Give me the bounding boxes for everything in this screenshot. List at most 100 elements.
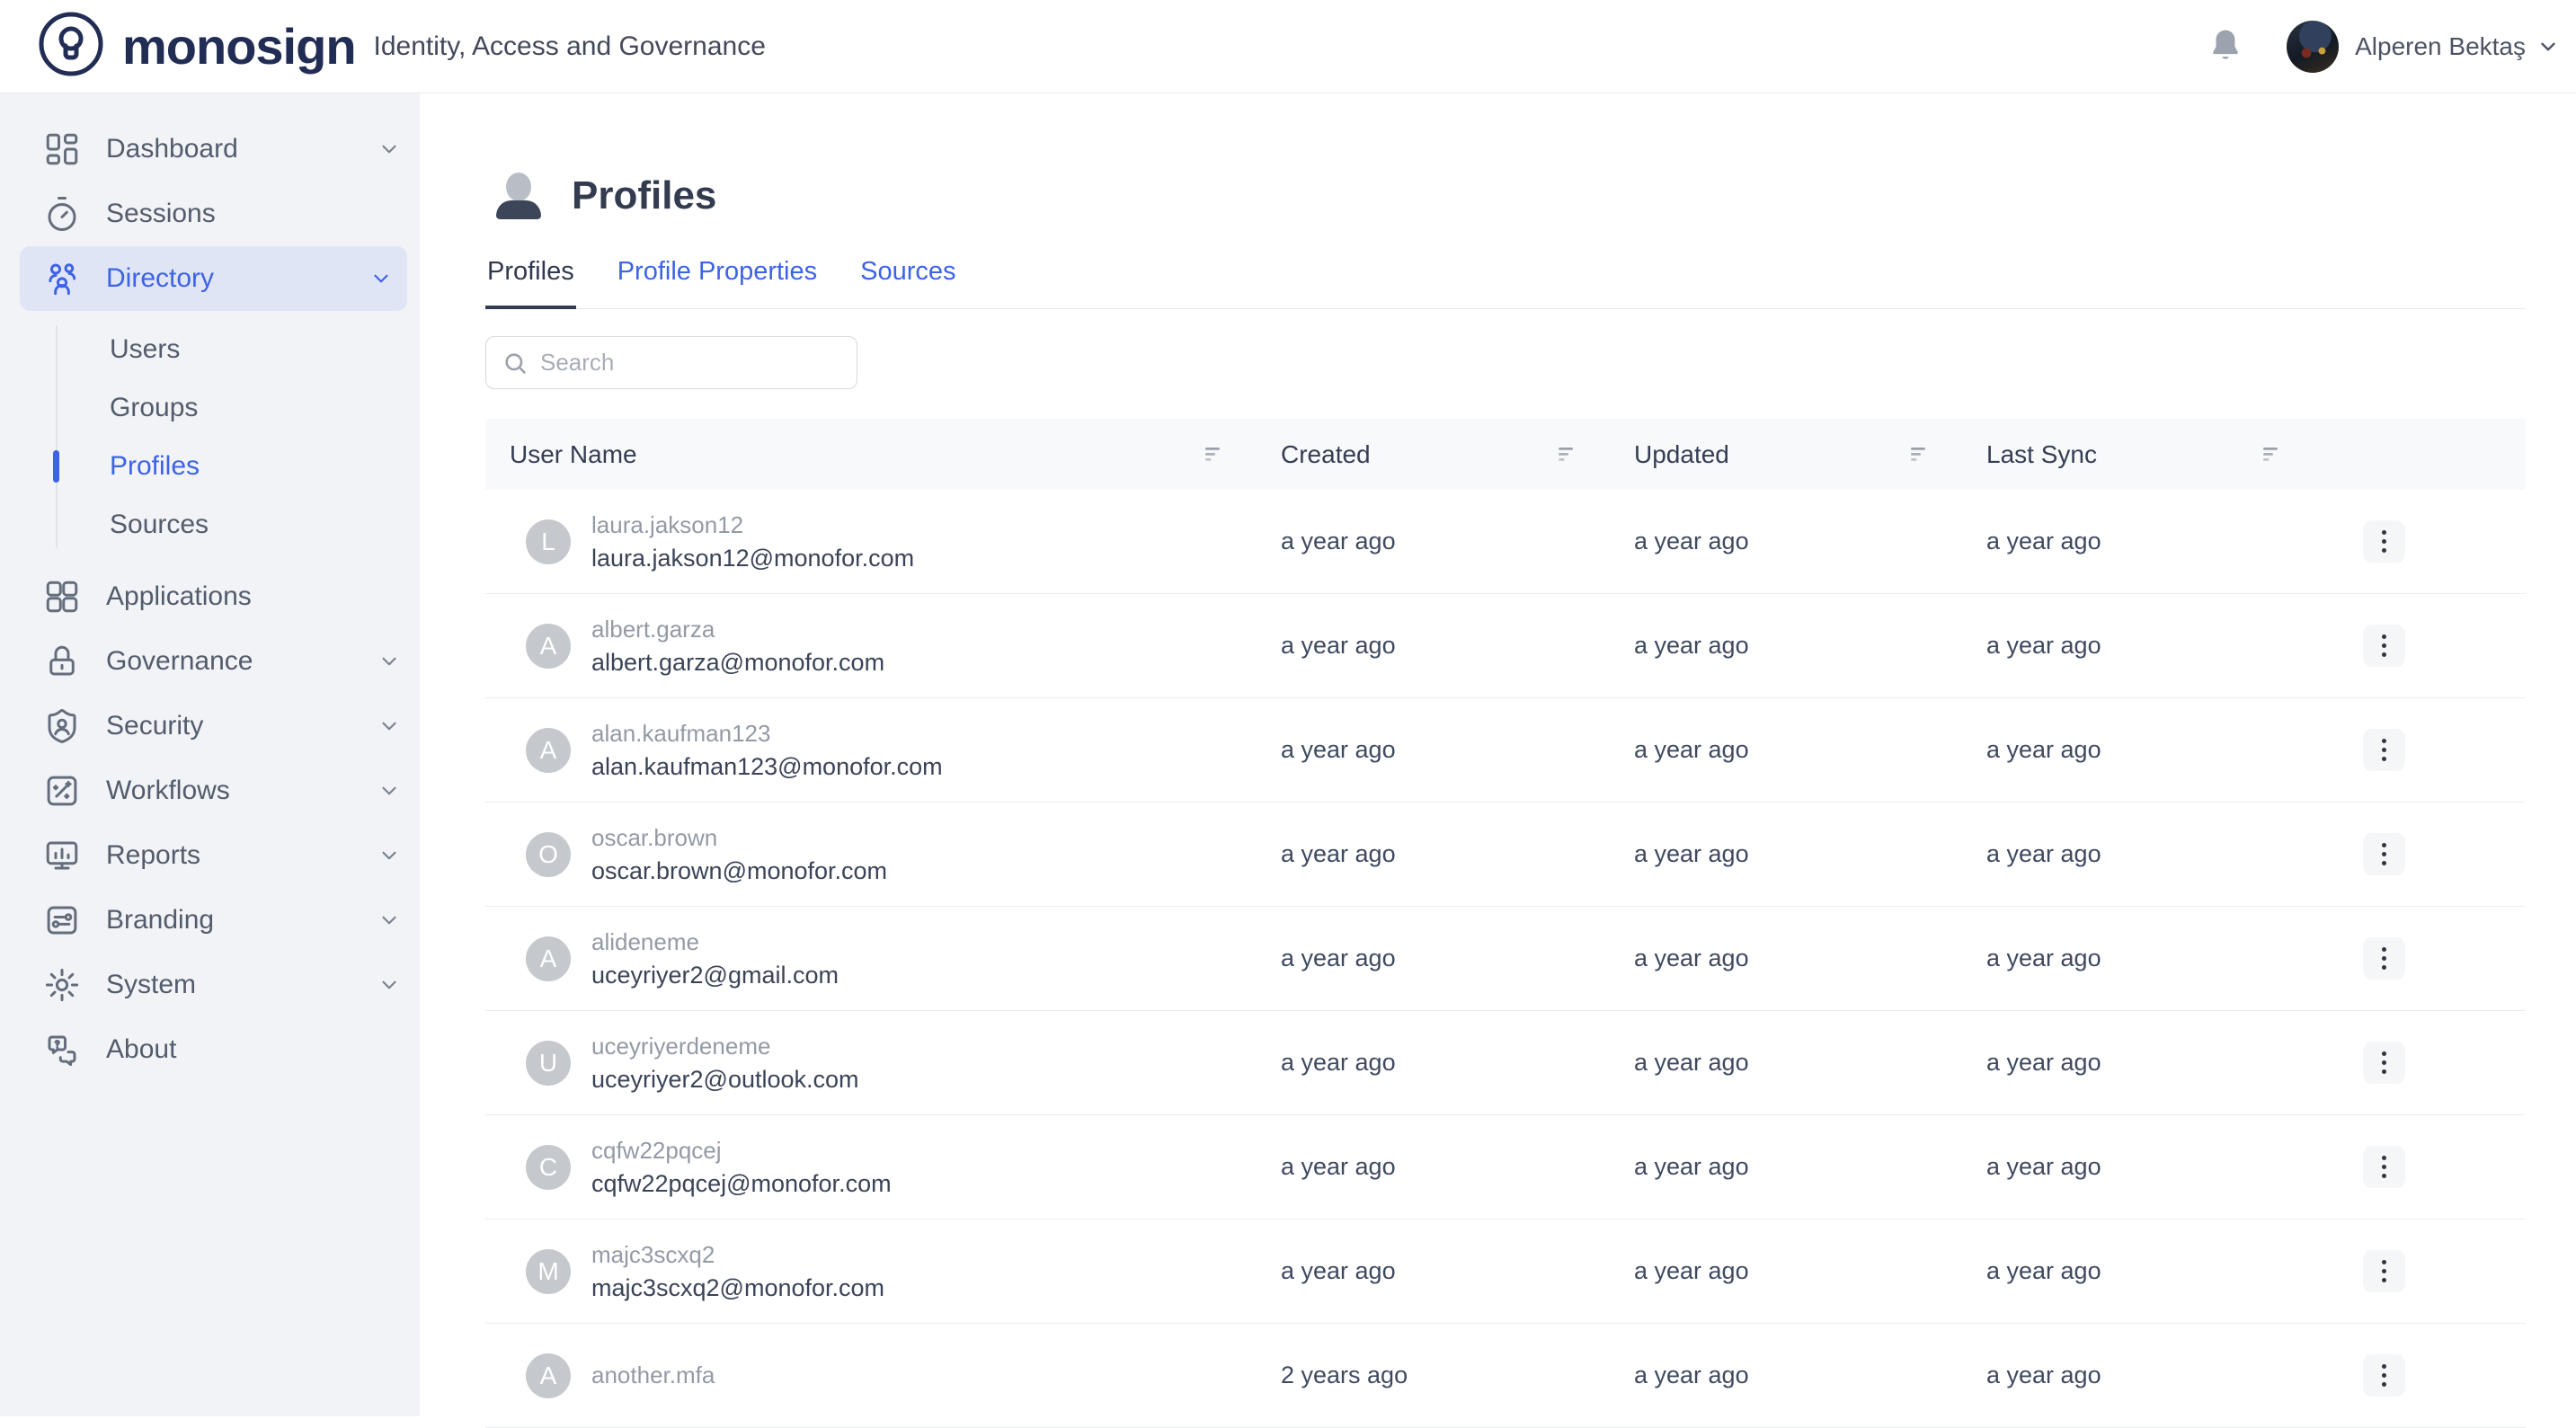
sidebar-item-profiles[interactable]: Profiles [0,437,420,495]
row-actions-kebab-button[interactable] [2363,520,2405,563]
row-username: oscar.brown [591,821,887,855]
chevron-down-icon [378,973,401,997]
sidebar-item-about[interactable]: About [0,1017,420,1082]
row-email: cqfw22pqcej@monofor.com [591,1167,892,1201]
chevron-down-icon [378,779,401,803]
search-input[interactable] [540,349,837,377]
sidebar-item-applications[interactable]: Applications [0,564,420,629]
row-actions-kebab-button[interactable] [2363,1354,2405,1397]
row-actions-kebab-button[interactable] [2363,937,2405,980]
row-actions-kebab-button[interactable] [2363,729,2405,771]
app-grid-icon [43,578,81,616]
row-actions-kebab-button[interactable] [2363,625,2405,667]
sidebar-item-label: System [106,970,196,1000]
row-actions-kebab-button[interactable] [2363,1250,2405,1292]
user-menu-chevron-down-icon[interactable] [2536,35,2560,58]
column-header-updated: Updated [1634,440,1986,469]
row-last-sync: a year ago [1986,1153,2339,1181]
row-username: alideneme [591,926,839,959]
avatar: M [526,1249,571,1294]
table-row[interactable]: M majc3scxq2 majc3scxq2@monofor.com a ye… [485,1220,2526,1324]
sidebar-item-reports[interactable]: Reports [0,823,420,888]
sidebar-item-workflows[interactable]: Workflows [0,758,420,823]
row-created: a year ago [1281,1257,1634,1285]
sidebar-item-label: Branding [106,905,214,936]
tab-sources[interactable]: Sources [858,257,957,309]
sidebar-item-label: Users [110,334,180,365]
row-last-sync: a year ago [1986,632,2339,660]
sidebar-item-branding[interactable]: Branding [0,888,420,953]
row-actions-kebab-button[interactable] [2363,833,2405,875]
row-username: majc3scxq2 [591,1238,884,1272]
table-row[interactable]: A alan.kaufman123 alan.kaufman123@monofo… [485,698,2526,803]
search-box [485,336,857,389]
sidebar-item-dashboard[interactable]: Dashboard [0,117,420,182]
dashboard-icon [43,130,81,168]
chevron-down-icon [369,267,393,290]
user-avatar[interactable] [2287,21,2339,73]
sidebar-item-groups[interactable]: Groups [0,378,420,437]
chevron-down-icon [378,714,401,738]
gear-icon [43,966,81,1004]
monitor-chart-icon [43,837,81,874]
table-header: User Name Created Updated Last Sync [485,419,2526,490]
chevron-down-icon [378,844,401,867]
row-updated: a year ago [1634,1257,1986,1285]
table-row[interactable]: L laura.jakson12 laura.jakson12@monofor.… [485,490,2526,594]
table-row[interactable]: C cqfw22pqcej cqfw22pqcej@monofor.com a … [485,1115,2526,1220]
active-indicator [53,450,59,483]
chevron-down-icon [378,650,401,673]
sort-icon[interactable] [2263,447,2283,462]
sidebar-item-label: Directory [106,263,214,294]
row-actions-kebab-button[interactable] [2363,1146,2405,1188]
row-email: laura.jakson12@monofor.com [591,542,914,575]
tab-profile-properties[interactable]: Profile Properties [616,257,819,309]
sidebar-item-sources[interactable]: Sources [0,495,420,554]
profiles-table: User Name Created Updated Last Sync [485,419,2526,1428]
brand-logo[interactable]: monosign [36,9,356,84]
row-updated: a year ago [1634,736,1986,764]
sidebar-item-security[interactable]: Security [0,694,420,758]
sidebar-item-directory[interactable]: Directory [20,246,407,311]
sidebar-item-users[interactable]: Users [0,320,420,378]
table-row[interactable]: A another.mfa 2 years ago a year ago a y… [485,1324,2526,1428]
row-last-sync: a year ago [1986,840,2339,868]
table-row[interactable]: A albert.garza albert.garza@monofor.com … [485,594,2526,698]
sort-icon[interactable] [1205,447,1225,462]
row-actions-kebab-button[interactable] [2363,1042,2405,1084]
row-updated: a year ago [1634,528,1986,555]
avatar: U [526,1041,571,1086]
top-header: monosign Identity, Access and Governance… [0,0,2576,93]
user-name[interactable]: Alperen Bektaş [2355,32,2526,61]
sort-icon[interactable] [1911,447,1931,462]
row-username: uceyriyerdeneme [591,1030,859,1063]
chat-question-icon [43,1031,81,1069]
notifications-bell-icon[interactable] [2207,27,2243,67]
sort-icon[interactable] [1559,447,1578,462]
shield-user-icon [43,707,81,745]
tab-profiles[interactable]: Profiles [485,257,576,309]
row-updated: a year ago [1634,840,1986,868]
sidebar-item-label: About [106,1034,176,1065]
sidebar-item-system[interactable]: System [0,953,420,1017]
search-icon [502,350,528,376]
magic-wand-icon [43,772,81,810]
row-last-sync: a year ago [1986,1257,2339,1285]
table-row[interactable]: A alideneme uceyriyer2@gmail.com a year … [485,907,2526,1011]
row-email: oscar.brown@monofor.com [591,855,887,888]
sidebar-item-label: Groups [110,393,198,423]
row-last-sync: a year ago [1986,1361,2339,1389]
column-header-created: Created [1281,440,1634,469]
sidebar-item-label: Dashboard [106,134,238,164]
page-title: Profiles [572,173,716,218]
stopwatch-icon [43,195,81,233]
row-email: alan.kaufman123@monofor.com [591,750,943,784]
table-row[interactable]: O oscar.brown oscar.brown@monofor.com a … [485,803,2526,907]
row-updated: a year ago [1634,945,1986,972]
sidebar-nav: Dashboard Sessions Directory Users Group… [0,93,420,1416]
row-updated: a year ago [1634,1153,1986,1181]
sidebar-item-governance[interactable]: Governance [0,629,420,694]
sidebar-item-sessions[interactable]: Sessions [0,182,420,246]
row-username: cqfw22pqcej [591,1134,892,1167]
table-row[interactable]: U uceyriyerdeneme uceyriyer2@outlook.com… [485,1011,2526,1115]
